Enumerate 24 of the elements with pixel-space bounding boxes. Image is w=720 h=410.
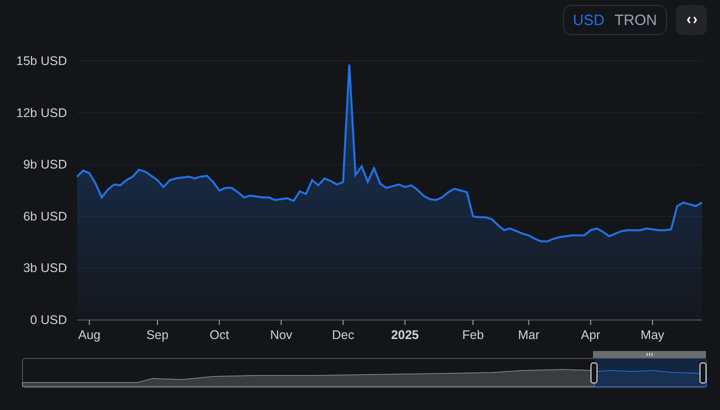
y-axis-label: 12b USD bbox=[16, 106, 67, 120]
x-axis-label: Mar bbox=[518, 328, 540, 342]
currency-option[interactable]: USD bbox=[568, 6, 610, 34]
x-axis-label: Oct bbox=[210, 328, 230, 342]
currency-option[interactable]: TRON bbox=[610, 6, 662, 34]
x-axis-label: Dec bbox=[332, 328, 354, 342]
y-axis-label: 0 USD bbox=[30, 313, 67, 327]
y-axis-label: 3b USD bbox=[23, 261, 67, 276]
x-axis-label: Feb bbox=[462, 328, 484, 342]
range-handle[interactable] bbox=[590, 362, 598, 384]
x-axis-label: Nov bbox=[270, 328, 292, 342]
range-handle-bar[interactable] bbox=[593, 351, 706, 358]
x-axis-label: May bbox=[640, 328, 664, 342]
x-axis-label: 2025 bbox=[391, 328, 419, 342]
range-selector[interactable] bbox=[22, 351, 707, 388]
y-axis-label: 6b USD bbox=[23, 209, 67, 224]
y-axis-label: 9b USD bbox=[23, 158, 67, 172]
x-axis-label: Sep bbox=[146, 328, 169, 342]
range-handle[interactable] bbox=[699, 362, 707, 384]
code-icon bbox=[686, 16, 696, 24]
embed-button[interactable] bbox=[676, 5, 707, 35]
x-axis-label: Apr bbox=[580, 328, 600, 342]
x-axis-label: Aug bbox=[78, 328, 100, 342]
y-axis-label: 15b USD bbox=[16, 54, 67, 68]
